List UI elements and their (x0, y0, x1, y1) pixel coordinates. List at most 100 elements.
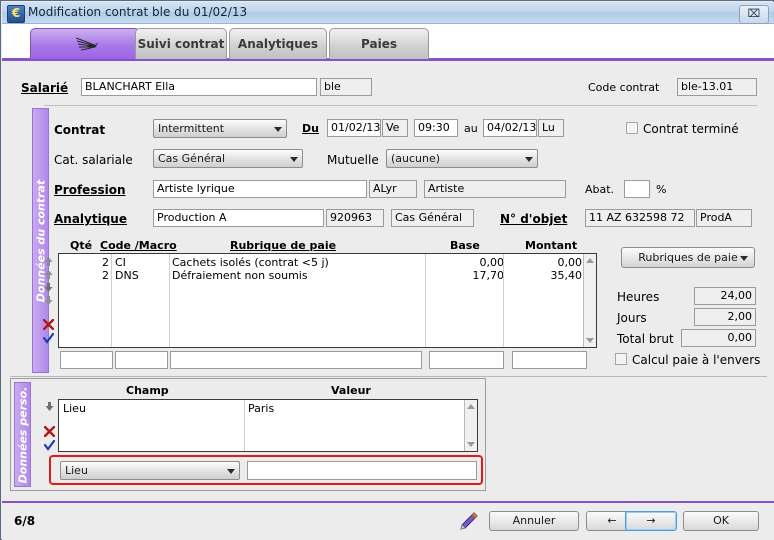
cat-salariale-select[interactable]: Cas Général (153, 149, 303, 168)
entry-code-input[interactable] (115, 351, 168, 369)
scroll-up-icon[interactable] (467, 404, 475, 409)
perso-col-valeur: Valeur (331, 384, 371, 397)
grid-scrollbar[interactable] (583, 254, 596, 347)
profession-code-field[interactable]: ALyr (369, 180, 417, 198)
entry-base-input[interactable] (429, 351, 504, 369)
row-code: CI (115, 256, 126, 269)
row-montant: 35,40 (550, 269, 583, 282)
num-objet-label: N° d'objet (500, 212, 568, 226)
entry-qte-input[interactable] (60, 351, 113, 369)
rubriques-de-paie-label: Rubriques de paie (638, 251, 738, 264)
page-indicator: 6/8 (14, 514, 36, 528)
entry-montant-input[interactable] (512, 351, 587, 369)
perso-colsep (244, 400, 245, 451)
red-cross-icon[interactable] (43, 319, 54, 330)
au-day-field: Lu (538, 119, 564, 137)
grid-colsep-4 (503, 254, 504, 347)
heures-label: Heures (617, 290, 660, 304)
analytique-code-field[interactable]: 920963 (326, 209, 384, 227)
heures-field: 24,00 (694, 287, 756, 305)
cancel-button[interactable]: Annuler (489, 511, 579, 531)
perso-champ-value: Lieu (65, 464, 88, 477)
scroll-up-icon[interactable] (586, 258, 594, 263)
perso-scrollbar[interactable] (464, 400, 477, 451)
blue-check-icon[interactable] (43, 333, 54, 344)
tab-analytiques[interactable]: Analytiques (229, 28, 327, 59)
tab-bar: Suivi contrat Analytiques Paies (2, 24, 774, 61)
du-day-field: Ve (382, 119, 408, 137)
side-tab-donnees-perso-label: Données perso. (16, 386, 29, 483)
jours-label: Jours (617, 311, 647, 325)
perso-champ-select[interactable]: Lieu (60, 461, 240, 480)
salarie-input[interactable]: BLANCHART Ella (81, 78, 317, 96)
cat-salariale-value: Cas Général (158, 152, 225, 165)
du-date-field[interactable]: 01/02/13 (327, 119, 381, 137)
mutuelle-select[interactable]: (aucune) (386, 149, 538, 168)
entry-rubrique-input[interactable] (170, 351, 422, 369)
footer-bar: 6/8 Annuler ← → OK (2, 501, 774, 540)
salarie-code-field[interactable]: ble (320, 78, 372, 96)
dialog-window: € Modification contrat ble du 01/02/13 ⌧… (0, 0, 774, 540)
perso-grid[interactable]: Lieu Paris (58, 399, 478, 452)
total-brut-label: Total brut (617, 332, 674, 346)
tab-suivi-contrat[interactable]: Suivi contrat (135, 28, 227, 59)
rubriques-de-paie-button[interactable]: Rubriques de paie (621, 247, 755, 268)
close-icon[interactable]: ⌧ (739, 5, 769, 24)
paie-grid[interactable]: 2 CI Cachets isolés (contrat <5 j) 0,00 … (58, 253, 597, 348)
calcul-envers-checkbox[interactable] (615, 353, 627, 365)
contrat-type-select[interactable]: Intermittent (153, 119, 287, 138)
profession-input[interactable]: Artiste lyrique (153, 180, 367, 198)
grid-col-qte: Qté (70, 239, 93, 252)
row-base: 0,00 (479, 256, 505, 269)
perso-valeur-input[interactable] (247, 461, 477, 480)
row-rubrique: Défraiement non soumis (172, 269, 308, 282)
jours-field: 2,00 (694, 308, 756, 326)
row-base: 17,70 (472, 269, 505, 282)
au-label: au (464, 122, 478, 135)
list-item[interactable]: Lieu Paris (59, 402, 477, 415)
window-title: Modification contrat ble du 01/02/13 (28, 5, 248, 19)
arrow-down-icon[interactable] (45, 402, 54, 411)
analytique-input[interactable]: Production A (153, 209, 324, 227)
table-row[interactable]: 2 CI Cachets isolés (contrat <5 j) 0,00 … (59, 256, 596, 269)
arrow-down-icon[interactable] (44, 283, 53, 292)
row-montant: 0,00 (557, 256, 583, 269)
du-time-field[interactable]: 09:30 (414, 119, 458, 137)
perso-row-valeur: Paris (248, 402, 275, 415)
contrat-termine-checkbox[interactable] (626, 122, 638, 134)
au-date-field[interactable]: 04/02/13 (483, 119, 537, 137)
arrow-up-icon[interactable] (44, 270, 53, 279)
grid-col-montant: Montant (525, 239, 578, 252)
euro-app-icon: € (7, 5, 25, 23)
tab-general[interactable] (30, 28, 140, 59)
table-row[interactable]: 2 DNS Défraiement non soumis 17,70 35,40 (59, 269, 596, 282)
profession-label: Profession (54, 183, 126, 197)
tab-paies[interactable]: Paies (329, 28, 429, 59)
arrow-down-bottom-icon[interactable] (44, 296, 53, 305)
chevron-down-icon (274, 127, 282, 132)
total-brut-field: 0,00 (681, 329, 756, 347)
contrat-termine-label: Contrat terminé (643, 122, 739, 136)
dialog-content: Salarié BLANCHART Ella ble Code contrat … (2, 61, 774, 501)
side-tab-donnees-perso[interactable]: Données perso. (14, 382, 31, 487)
next-button[interactable]: → (625, 511, 677, 531)
ok-button[interactable]: OK (683, 511, 759, 531)
blue-check-icon[interactable] (44, 440, 55, 451)
abat-input[interactable] (624, 180, 650, 198)
dragonfly-icon (75, 37, 98, 51)
calcul-envers-label: Calcul paie à l'envers (632, 353, 761, 367)
scroll-down-icon[interactable] (586, 338, 594, 343)
red-cross-icon[interactable] (44, 426, 55, 437)
cat-salariale-label: Cat. salariale (54, 153, 133, 167)
num-objet-field[interactable]: 11 AZ 632598 72 (585, 209, 695, 227)
arrow-up-top-icon[interactable] (44, 257, 53, 266)
grid-col-rubrique: Rubrique de paie (230, 239, 337, 252)
row-qte: 2 (102, 269, 109, 282)
mutuelle-value: (aucune) (391, 152, 441, 165)
chevron-down-icon (227, 469, 235, 474)
scroll-down-icon[interactable] (467, 442, 475, 447)
chevron-down-icon (290, 157, 298, 162)
contrat-label: Contrat (54, 123, 106, 137)
pen-icon[interactable] (457, 511, 479, 533)
percent-label: % (656, 183, 667, 196)
